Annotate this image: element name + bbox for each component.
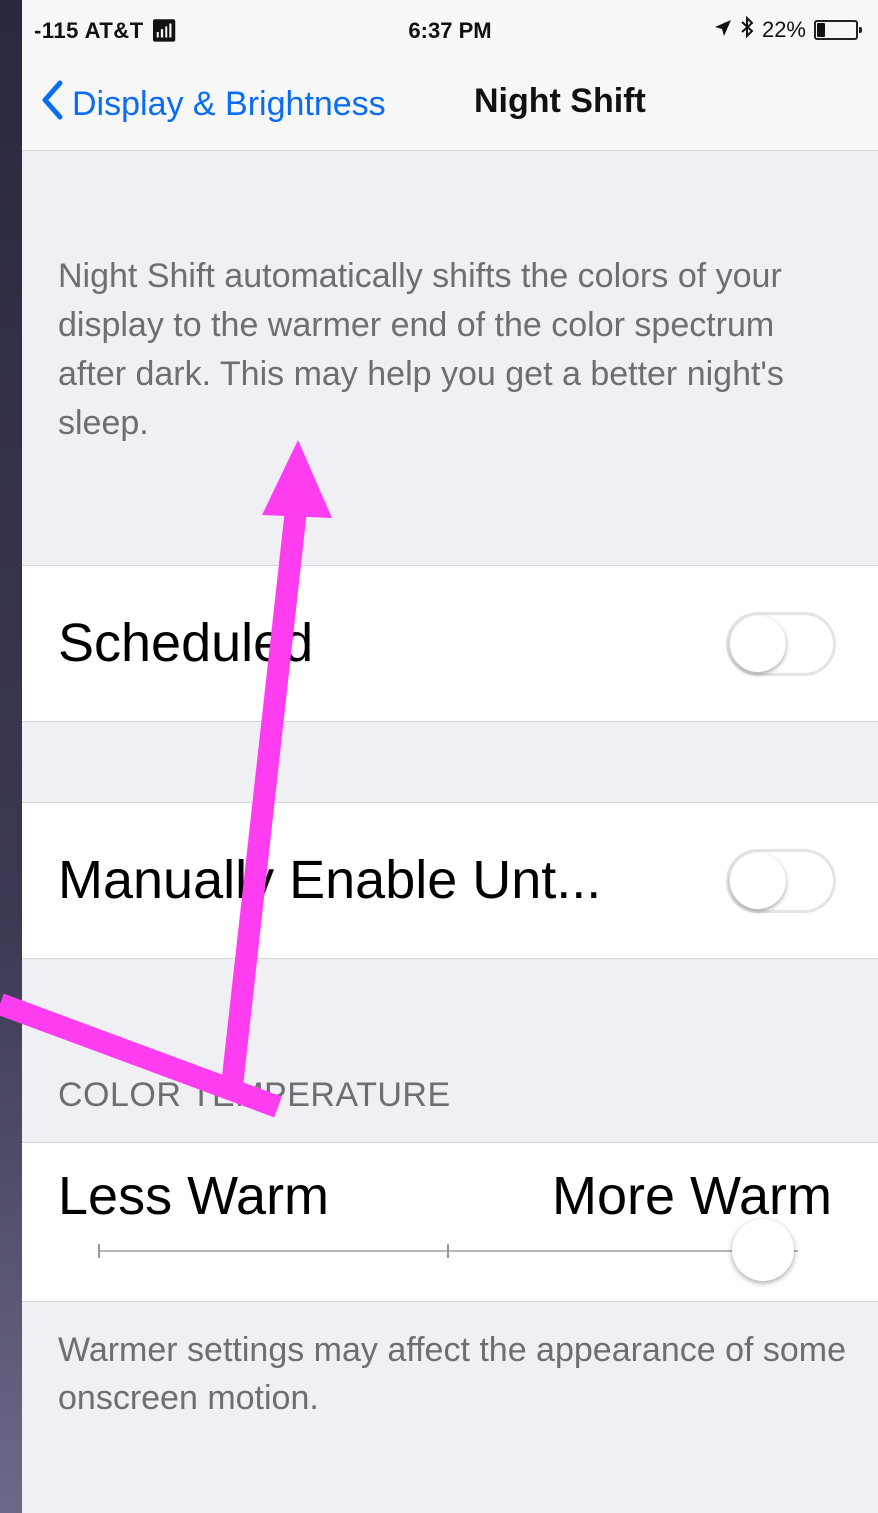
manual-enable-toggle[interactable]	[726, 849, 836, 913]
status-bar: -115 AT&T 📶︎ 6:37 PM 22%	[22, 0, 878, 62]
status-right-group: 22%	[714, 15, 862, 44]
night-shift-description: Night Shift automatically shifts the col…	[58, 257, 784, 442]
scheduled-toggle[interactable]	[726, 612, 836, 676]
battery-icon	[814, 20, 862, 40]
more-warm-label: More Warm	[552, 1166, 832, 1226]
less-warm-label: Less Warm	[58, 1166, 330, 1226]
scheduled-cell[interactable]: Scheduled	[22, 565, 878, 722]
battery-fill	[817, 23, 825, 37]
location-arrow-icon	[714, 17, 732, 43]
battery-percent: 22%	[761, 17, 806, 42]
chevron-left-icon	[40, 80, 64, 129]
device-frame-edge	[0, 0, 22, 1513]
manual-enable-cell[interactable]: Manually Enable Unt...	[22, 802, 878, 959]
page-title: Night Shift	[474, 82, 646, 120]
toggle-knob	[730, 853, 786, 909]
settings-screen: -115 AT&T 📶︎ 6:37 PM 22% Display & Brigh…	[22, 0, 878, 1513]
slider-tick	[98, 1244, 100, 1258]
slider-thumb[interactable]	[732, 1219, 794, 1281]
navigation-bar: Display & Brightness Night Shift	[22, 62, 878, 151]
back-label: Display & Brightness	[72, 85, 386, 123]
back-button[interactable]: Display & Brightness	[40, 80, 386, 129]
toggle-knob	[730, 616, 786, 672]
color-temperature-cell: Less Warm More Warm	[22, 1142, 878, 1302]
color-temperature-slider[interactable]	[98, 1244, 798, 1258]
section-header: COLOR TEMPERATURE	[58, 1076, 451, 1114]
scheduled-label: Scheduled	[58, 613, 314, 673]
manual-enable-label: Manually Enable Unt...	[58, 850, 602, 910]
battery-tip	[859, 27, 862, 33]
slider-tick	[447, 1244, 449, 1258]
warmer-settings-note: Warmer settings may affect the appearanc…	[58, 1331, 847, 1417]
bluetooth-icon	[740, 15, 754, 44]
